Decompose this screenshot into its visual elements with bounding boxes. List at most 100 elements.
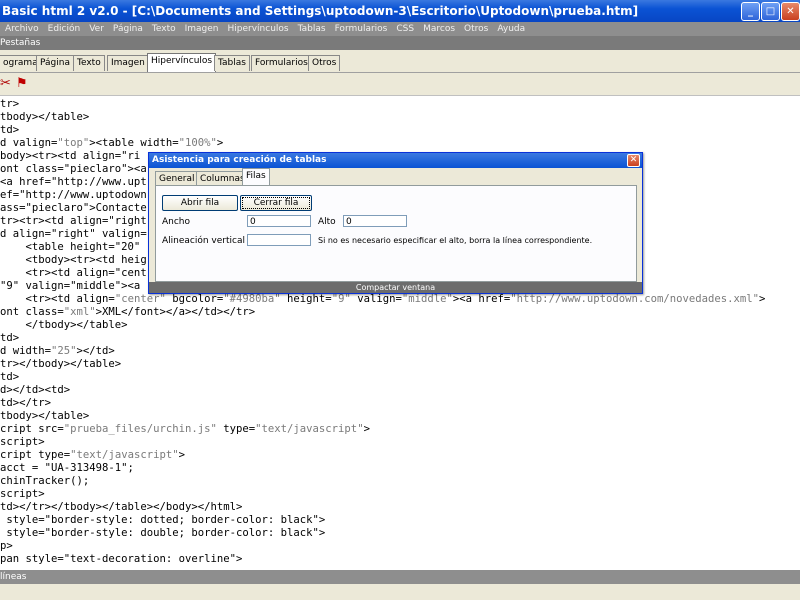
code-line[interactable]: tbody></table> [0, 410, 89, 423]
code-line[interactable]: d width="25"></td> [0, 345, 115, 358]
code-text: ><table width= [89, 137, 179, 149]
cut-icon[interactable]: ✂ [0, 76, 11, 92]
code-text: </tbody></table> [0, 319, 128, 331]
code-line[interactable]: d valign="top"><table width="100%"> [0, 137, 223, 150]
code-text: > [178, 449, 185, 461]
menu-item-texto[interactable]: Texto [152, 24, 176, 34]
menu-item-edicion[interactable]: Edición [48, 24, 81, 34]
code-line[interactable]: cript src="prueba_files/urchin.js" type=… [0, 423, 370, 436]
code-text: body><tr><td align="ri [0, 150, 141, 162]
code-text: <tr><td align="cent [0, 267, 147, 279]
code-line[interactable]: pan style="text-decoration: overline"> [0, 553, 242, 566]
tab-texto[interactable]: Texto [73, 55, 105, 71]
abrir-fila-button[interactable]: Abrir fila [162, 195, 238, 211]
code-line[interactable]: <table height="20" [0, 241, 141, 254]
alineacion-input[interactable] [247, 234, 311, 246]
code-line[interactable]: td> [0, 124, 19, 137]
menu-item-marcos[interactable]: Marcos [423, 24, 455, 34]
tab-otros[interactable]: Otros [308, 55, 341, 71]
close-button[interactable]: ✕ [781, 2, 800, 21]
status-bar: líneas [0, 570, 800, 584]
code-line[interactable]: p> [0, 540, 13, 553]
code-line[interactable]: d align="right" valign= [0, 228, 147, 241]
code-line[interactable]: td> [0, 371, 19, 384]
code-text: chinTracker(); [0, 475, 90, 487]
menu-item-formularios[interactable]: Formularios [335, 24, 388, 34]
code-line[interactable]: tr></tbody></table> [0, 358, 121, 371]
tab-pagina[interactable]: Página [36, 55, 74, 71]
code-line[interactable]: <tbody><tr><td heig [0, 254, 147, 267]
compactar-ventana-button[interactable]: Compactar ventana [149, 282, 642, 293]
dialog-panel-filas: Abrir fila Cerrar fila Ancho 0 Alto 0 Al… [155, 185, 637, 282]
code-line[interactable]: td> [0, 332, 19, 345]
code-line[interactable]: acct = "UA-313498-1"; [0, 462, 134, 475]
tab-tablas[interactable]: Tablas [214, 55, 250, 71]
menu-item-otros[interactable]: Otros [464, 24, 488, 34]
code-text: td> [0, 124, 20, 136]
ancho-input[interactable]: 0 [247, 215, 311, 227]
code-line[interactable]: script> [0, 436, 45, 449]
code-line[interactable]: ont class="xml">XML</font></a></td></tr> [0, 306, 255, 319]
menu-item-archivo[interactable]: Archivo [5, 24, 39, 34]
dialog-tab-columnas[interactable]: Columnas [196, 171, 249, 186]
code-text: ont class= [0, 306, 64, 318]
tab-formularios[interactable]: Formularios [251, 55, 312, 71]
code-line[interactable]: script> [0, 488, 45, 501]
code-line[interactable]: style="border-style: double; border-colo… [0, 527, 325, 540]
menu-item-ver[interactable]: Ver [89, 24, 104, 34]
code-line[interactable]: </tbody></table> [0, 319, 128, 332]
status-text: líneas [0, 572, 27, 582]
code-text: height= [280, 293, 332, 305]
code-line[interactable]: style="border-style: dotted; border-colo… [0, 514, 325, 527]
code-line[interactable]: d></td><td> [0, 384, 70, 397]
alto-input[interactable]: 0 [343, 215, 407, 227]
flag-icon[interactable]: ⚑ [16, 76, 28, 92]
window-titlebar[interactable]: Basic html 2 v2.0 - [C:\Documents and Se… [0, 0, 800, 22]
alineacion-label: Alineación vertical [162, 236, 245, 246]
code-text: d width= [0, 345, 52, 357]
code-string: "xml" [63, 306, 96, 318]
code-line[interactable]: ass="pieclaro">Contacte [0, 202, 147, 215]
code-line[interactable]: chinTracker(); [0, 475, 89, 488]
alto-label: Alto [318, 217, 336, 227]
code-text: acct = "UA-313498-1"; [0, 462, 134, 474]
tab-hipervinculos[interactable]: Hipervínculos [147, 53, 217, 72]
dialog-close-button[interactable]: ✕ [627, 154, 640, 167]
code-text: "9" valign="middle"><a [0, 280, 141, 292]
cerrar-fila-button[interactable]: Cerrar fila [240, 195, 312, 211]
code-text: d></td><td> [0, 384, 71, 396]
code-text: tr><tr><td align="right [0, 215, 147, 227]
dialog-titlebar[interactable]: Asistencia para creación de tablas ✕ [149, 153, 642, 168]
minimize-button[interactable]: _ [741, 2, 760, 21]
code-text: > [363, 423, 370, 435]
menu-bar: Archivo Edición Ver Página Texto Imagen … [0, 22, 800, 36]
dialog-tab-filas[interactable]: Filas [242, 168, 270, 186]
code-line[interactable]: cript type="text/javascript"> [0, 449, 185, 462]
code-line[interactable]: td></tr> [0, 397, 51, 410]
dialog-tab-general[interactable]: General [155, 171, 199, 186]
menu-item-ayuda[interactable]: Ayuda [497, 24, 525, 34]
menu-item-hipervinculos[interactable]: Hipervínculos [228, 24, 289, 34]
maximize-button[interactable]: □ [761, 2, 780, 21]
code-string: "text/javascript" [70, 449, 179, 461]
code-line[interactable]: <tr><td align="center" bgcolor="#4980ba"… [0, 293, 766, 306]
menu-item-tablas[interactable]: Tablas [298, 24, 326, 34]
code-line[interactable]: tbody></table> [0, 111, 89, 124]
menu-item-pagina[interactable]: Página [113, 24, 143, 34]
code-text: style="border-style: dotted; border-colo… [0, 514, 326, 526]
menu-item-css[interactable]: CSS [396, 24, 414, 34]
menu-item-imagen[interactable]: Imagen [185, 24, 219, 34]
code-text: >XML</font></a></td></tr> [95, 306, 256, 318]
code-text: tbody></table> [0, 111, 90, 123]
code-text: pan style="text-decoration: overline"> [0, 553, 243, 565]
code-line[interactable]: body><tr><td align="ri [0, 150, 140, 163]
code-line[interactable]: tr> [0, 98, 19, 111]
code-text: ef="http://www.uptodown [0, 189, 147, 201]
code-text: tr></tbody></table> [0, 358, 122, 370]
code-line[interactable]: td></tr></tbody></table></body></html> [0, 501, 242, 514]
code-text: d align="right" valign= [0, 228, 147, 240]
code-text: p> [0, 540, 13, 552]
toolbar: ✂ ⚑ [0, 73, 800, 96]
table-wizard-dialog: Asistencia para creación de tablas ✕ Gen… [148, 152, 643, 294]
tab-imagen[interactable]: Imagen [107, 55, 149, 71]
